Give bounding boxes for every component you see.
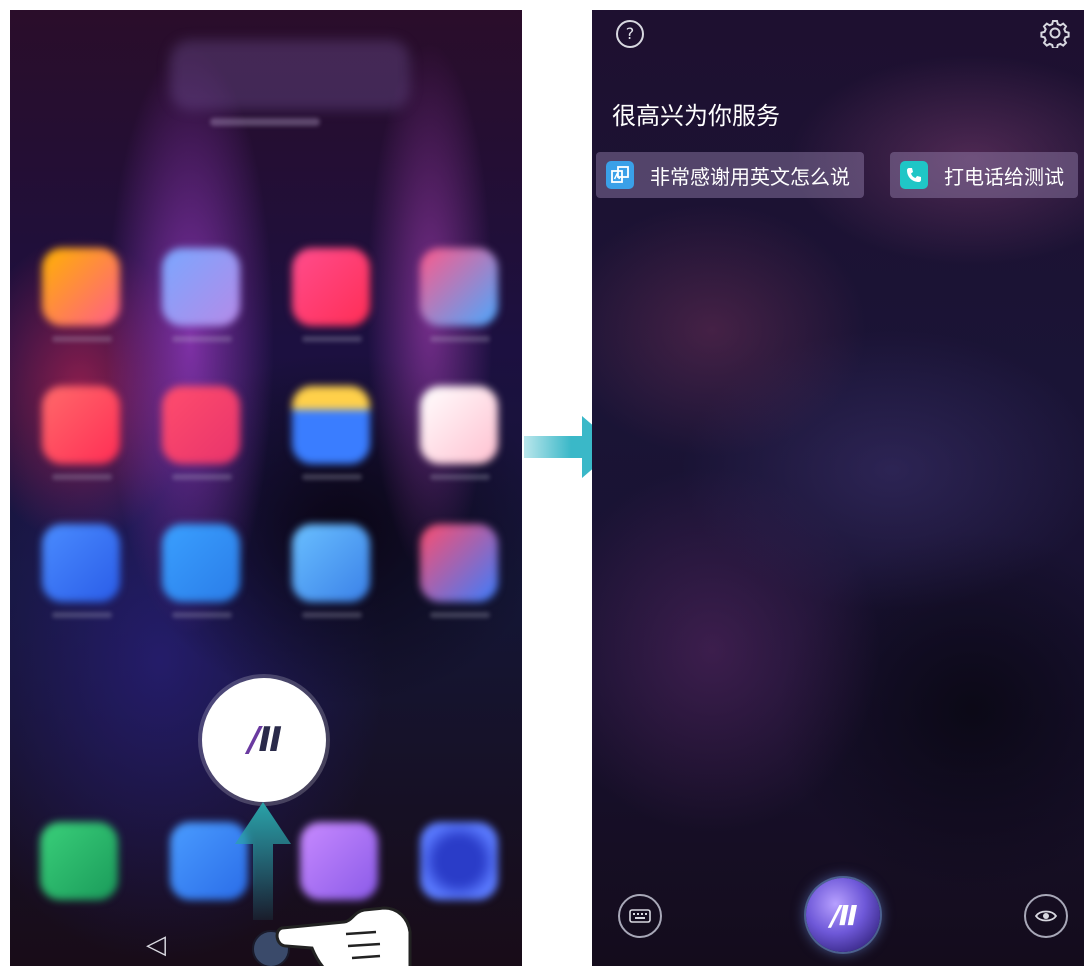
app-label bbox=[302, 612, 362, 618]
keyboard-input-button[interactable] bbox=[618, 894, 662, 938]
translate-icon bbox=[606, 161, 634, 189]
assistant-logo-icon: /II bbox=[830, 898, 857, 932]
app-icon[interactable] bbox=[42, 386, 120, 464]
app-label bbox=[172, 612, 232, 618]
app-label bbox=[430, 474, 490, 480]
keyboard-icon bbox=[629, 909, 651, 923]
suggestion-label: 非常感谢用英文怎么说 bbox=[650, 164, 850, 189]
app-label bbox=[302, 474, 362, 480]
app-icon[interactable] bbox=[292, 386, 370, 464]
dock-phone-icon[interactable] bbox=[40, 822, 118, 900]
suggestion-chip-translate[interactable]: 非常感谢用英文怎么说 bbox=[596, 152, 864, 198]
app-icon[interactable] bbox=[162, 248, 240, 326]
help-icon[interactable]: ? bbox=[616, 20, 644, 48]
app-icon[interactable] bbox=[420, 524, 498, 602]
app-label bbox=[52, 336, 112, 342]
app-icon[interactable] bbox=[42, 248, 120, 326]
app-icon[interactable] bbox=[162, 386, 240, 464]
dock-browser-icon[interactable] bbox=[420, 822, 498, 900]
app-icon[interactable] bbox=[292, 524, 370, 602]
assistant-logo-icon: /II bbox=[248, 720, 282, 760]
assistant-bubble: /II bbox=[202, 678, 326, 802]
app-label bbox=[430, 612, 490, 618]
greeting-text: 很高兴为你服务 bbox=[612, 102, 780, 130]
app-label bbox=[52, 612, 112, 618]
pointing-hand-icon bbox=[275, 906, 412, 966]
eye-icon bbox=[1035, 910, 1057, 922]
back-nav-icon[interactable]: ◁ bbox=[146, 930, 176, 960]
app-icon[interactable] bbox=[292, 248, 370, 326]
app-icon[interactable] bbox=[420, 386, 498, 464]
app-icon[interactable] bbox=[420, 248, 498, 326]
vision-button[interactable] bbox=[1024, 894, 1068, 938]
app-icon[interactable] bbox=[162, 524, 240, 602]
app-label bbox=[52, 474, 112, 480]
assistant-screen: ? 很高兴为你服务 非常感谢用英文怎么说 打电话给测试 /II bbox=[592, 10, 1084, 966]
blurred-date bbox=[210, 118, 320, 126]
app-icon[interactable] bbox=[42, 524, 120, 602]
app-label bbox=[302, 336, 362, 342]
app-label bbox=[172, 474, 232, 480]
app-label bbox=[172, 336, 232, 342]
voice-assistant-button[interactable]: /II bbox=[806, 878, 880, 952]
blurred-clock-widget bbox=[170, 40, 410, 110]
app-label bbox=[430, 336, 490, 342]
settings-gear-icon[interactable] bbox=[1040, 18, 1070, 48]
home-screen: /II ◁ bbox=[10, 10, 522, 966]
phone-icon bbox=[900, 161, 928, 189]
suggestion-chip-call[interactable]: 打电话给测试 bbox=[890, 152, 1078, 198]
suggestion-label: 打电话给测试 bbox=[944, 164, 1064, 189]
